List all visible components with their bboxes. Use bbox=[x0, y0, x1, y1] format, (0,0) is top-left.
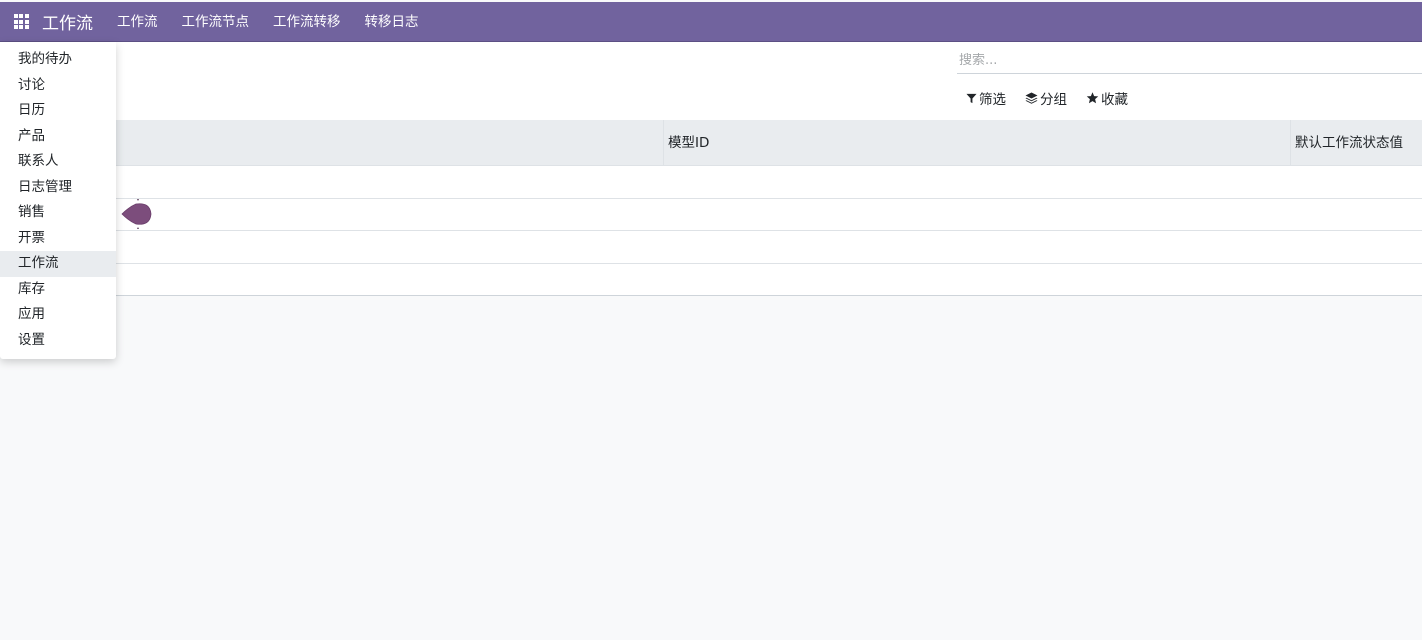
table-row[interactable] bbox=[0, 263, 1422, 296]
column-header-default-state[interactable]: 默认工作流状态值 bbox=[1290, 120, 1422, 166]
app-menu-dropdown: 我的待办 讨论 日历 产品 联系人 日志管理 销售 开票 工作流 库存 应用 设… bbox=[0, 42, 116, 359]
app-menu-item-inventory[interactable]: 库存 bbox=[0, 277, 116, 303]
drag-handle-icon[interactable] bbox=[120, 198, 154, 230]
table-header: 模型ID 默认工作流状态值 bbox=[0, 120, 1422, 166]
group-label: 分组 bbox=[1040, 92, 1067, 108]
filter-button[interactable]: 筛选 bbox=[966, 88, 1006, 108]
table-row[interactable] bbox=[0, 166, 1422, 199]
favorite-label: 收藏 bbox=[1101, 92, 1128, 108]
nav-workflow-transition[interactable]: 工作流转移 bbox=[261, 2, 353, 42]
app-menu-item-contacts[interactable]: 联系人 bbox=[0, 149, 116, 175]
apps-menu-button[interactable] bbox=[0, 2, 42, 42]
nav-transition-log[interactable]: 转移日志 bbox=[353, 2, 431, 42]
app-menu-item-apps[interactable]: 应用 bbox=[0, 302, 116, 328]
column-header-model-id[interactable]: 模型ID bbox=[663, 120, 1290, 166]
search-input[interactable] bbox=[957, 52, 1422, 68]
favorite-button[interactable]: 收藏 bbox=[1086, 88, 1128, 108]
app-menu-item-todo[interactable]: 我的待办 bbox=[0, 47, 116, 73]
app-menu-item-invoicing[interactable]: 开票 bbox=[0, 226, 116, 252]
nav-workflow-node[interactable]: 工作流节点 bbox=[170, 2, 262, 42]
search-bar bbox=[957, 47, 1422, 74]
app-menu-item-products[interactable]: 产品 bbox=[0, 124, 116, 150]
control-panel: 筛选 分组 收藏 bbox=[0, 42, 1422, 120]
star-icon bbox=[1086, 92, 1099, 104]
search-options: 筛选 分组 收藏 bbox=[966, 88, 1147, 108]
app-menu-item-discuss[interactable]: 讨论 bbox=[0, 73, 116, 99]
app-menu-item-workflow[interactable]: 工作流 bbox=[0, 251, 116, 277]
app-brand[interactable]: 工作流 bbox=[42, 9, 93, 34]
app-menu-item-calendar[interactable]: 日历 bbox=[0, 98, 116, 124]
nav-workflow[interactable]: 工作流 bbox=[105, 2, 170, 42]
filter-icon bbox=[966, 93, 977, 103]
filter-label: 筛选 bbox=[979, 92, 1006, 108]
layers-icon bbox=[1025, 92, 1038, 104]
list-table: 模型ID 默认工作流状态值 bbox=[0, 120, 1422, 296]
app-menu-item-sales[interactable]: 销售 bbox=[0, 200, 116, 226]
app-menu-item-settings[interactable]: 设置 bbox=[0, 328, 116, 354]
group-button[interactable]: 分组 bbox=[1025, 88, 1067, 108]
app-menu-item-logs[interactable]: 日志管理 bbox=[0, 175, 116, 201]
top-navbar: 工作流 工作流 工作流节点 工作流转移 转移日志 bbox=[0, 2, 1422, 42]
table-row[interactable] bbox=[0, 198, 1422, 231]
apps-grid-icon bbox=[13, 14, 29, 29]
table-row[interactable] bbox=[0, 231, 1422, 264]
